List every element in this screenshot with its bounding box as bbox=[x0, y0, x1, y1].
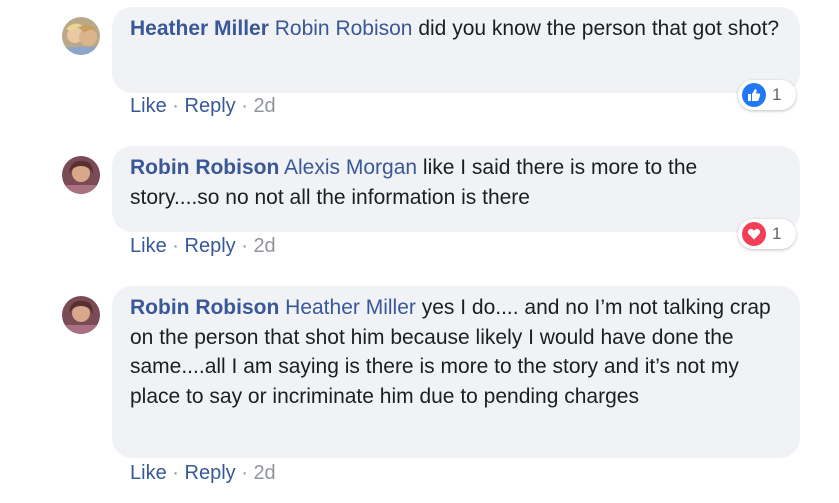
separator: · bbox=[172, 235, 179, 257]
reaction-summary[interactable]: 1 bbox=[738, 80, 796, 110]
avatar[interactable] bbox=[62, 296, 100, 334]
comment-timestamp[interactable]: 2d bbox=[253, 235, 275, 257]
separator: · bbox=[241, 235, 248, 257]
like-link[interactable]: Like bbox=[130, 95, 167, 117]
reaction-summary[interactable]: 1 bbox=[738, 219, 796, 249]
reply-link[interactable]: Reply bbox=[185, 235, 236, 257]
separator: · bbox=[241, 462, 248, 484]
separator: · bbox=[172, 462, 179, 484]
reply-link[interactable]: Reply bbox=[185, 95, 236, 117]
comment-mention[interactable]: Robin Robison bbox=[275, 17, 413, 40]
heart-icon bbox=[742, 222, 766, 246]
comment-actions: Like · Reply · 2d bbox=[130, 95, 276, 118]
comment-bubble: Heather Miller Robin Robison did you kno… bbox=[112, 7, 800, 93]
separator: · bbox=[241, 95, 248, 117]
thumbs-up-icon bbox=[742, 83, 766, 107]
like-link[interactable]: Like bbox=[130, 462, 167, 484]
comment-text: did you know the person that got shot? bbox=[412, 17, 780, 40]
like-link[interactable]: Like bbox=[130, 235, 167, 257]
comment-timestamp[interactable]: 2d bbox=[253, 95, 275, 117]
comment-mention[interactable]: Heather Miller bbox=[285, 296, 416, 319]
separator: · bbox=[172, 95, 179, 117]
avatar[interactable] bbox=[62, 156, 100, 194]
comment-actions: Like · Reply · 2d bbox=[130, 462, 276, 485]
reaction-count: 1 bbox=[772, 224, 782, 243]
comment-actions: Like · Reply · 2d bbox=[130, 235, 276, 258]
comment-mention[interactable]: Alexis Morgan bbox=[284, 156, 417, 179]
reply-link[interactable]: Reply bbox=[185, 462, 236, 484]
comment-bubble: Robin Robison Alexis Morgan like I said … bbox=[112, 146, 800, 232]
comment-timestamp[interactable]: 2d bbox=[253, 462, 275, 484]
comment-bubble: Robin Robison Heather Miller yes I do...… bbox=[112, 286, 800, 458]
comment-author[interactable]: Heather Miller bbox=[130, 17, 269, 40]
reaction-count: 1 bbox=[772, 85, 782, 104]
comment-author[interactable]: Robin Robison bbox=[130, 296, 279, 319]
avatar[interactable] bbox=[62, 17, 100, 55]
comment-author[interactable]: Robin Robison bbox=[130, 156, 279, 179]
